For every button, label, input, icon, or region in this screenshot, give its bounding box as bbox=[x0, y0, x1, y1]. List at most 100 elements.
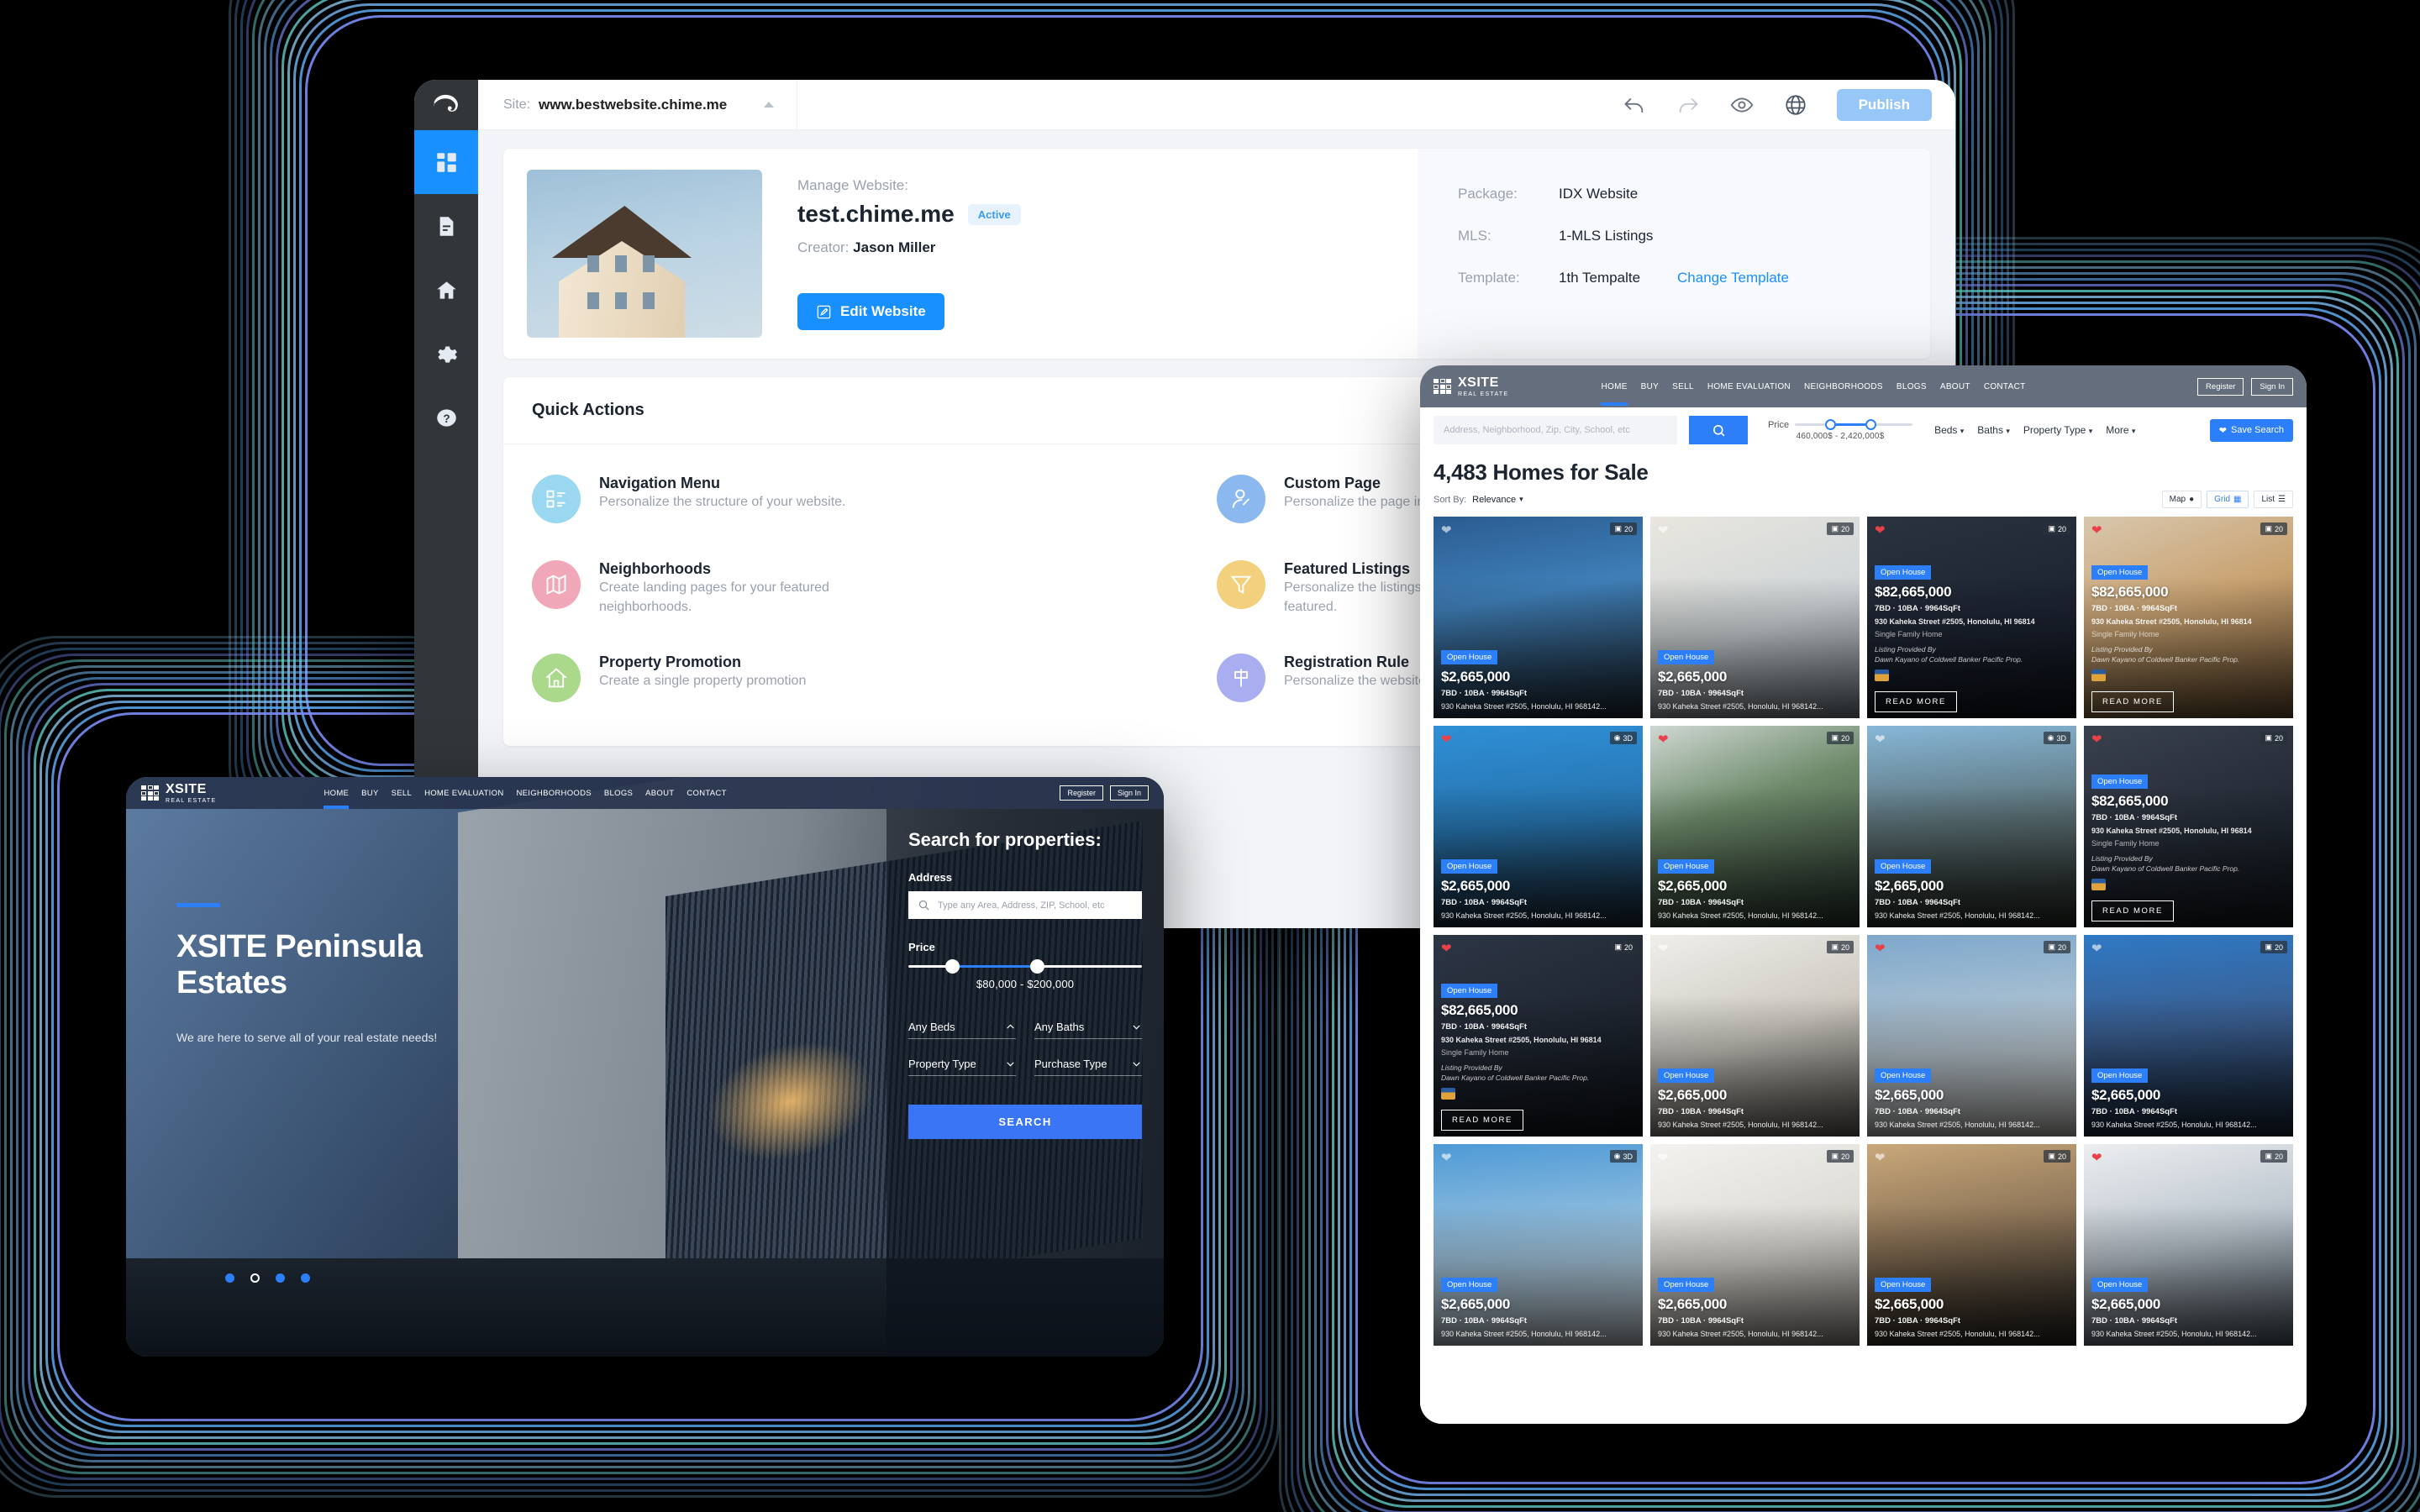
favorite-heart-icon[interactable]: ❤ bbox=[1658, 524, 1669, 537]
nav-link-home[interactable]: HOME bbox=[324, 789, 349, 809]
undo-icon[interactable] bbox=[1622, 92, 1647, 118]
sidebar-item-settings[interactable] bbox=[414, 322, 478, 386]
nav-link-buy[interactable]: BUY bbox=[361, 789, 378, 798]
sign-in-button[interactable]: Sign In bbox=[2251, 377, 2293, 396]
filter-property-type[interactable]: Property Type ▾ bbox=[2023, 424, 2092, 436]
save-search-button[interactable]: ❤ Save Search bbox=[2209, 418, 2293, 442]
carousel-dot[interactable] bbox=[276, 1273, 285, 1283]
favorite-heart-icon[interactable]: ❤ bbox=[1441, 733, 1452, 746]
view-map-button[interactable]: Map ● bbox=[2161, 491, 2202, 508]
listing-card[interactable]: ❤ ▣ 20 Open House $82,665,000 7BD · 10BA · 99… bbox=[2084, 517, 2293, 718]
nav-link-blogs[interactable]: BLOGS bbox=[604, 789, 633, 798]
nav-link-buy[interactable]: BUY bbox=[1641, 382, 1659, 391]
read-more-button[interactable]: READ MORE bbox=[2091, 691, 2174, 713]
nav-link-neighborhoods[interactable]: NEIGHBORHOODS bbox=[516, 789, 591, 798]
publish-button[interactable]: Publish bbox=[1836, 88, 1932, 121]
nav-link-contact[interactable]: CONTACT bbox=[1984, 382, 2026, 391]
favorite-heart-icon[interactable]: ❤ bbox=[1441, 524, 1452, 537]
listing-card[interactable]: ❤ ◉ 3D Open House $2,665,000 7BD · 10BA · 996… bbox=[1434, 1144, 1643, 1346]
listing-card[interactable]: ❤ ▣ 20 Open House $2,665,000 7BD · 10BA · 996… bbox=[2084, 1144, 2293, 1346]
register-button[interactable]: Register bbox=[2197, 377, 2244, 396]
eye-icon[interactable] bbox=[1729, 92, 1754, 118]
listing-card[interactable]: ❤ ▣ 20 Open House $2,665,000 7BD · 10BA · 996… bbox=[1867, 935, 2076, 1137]
price-slider[interactable] bbox=[1795, 419, 1913, 430]
listings-search-input[interactable]: Address, Neighborhood, Zip, City, School… bbox=[1434, 416, 1677, 444]
filter-more[interactable]: More ▾ bbox=[2106, 424, 2135, 436]
listing-card[interactable]: ❤ ◉ 3D Open House $2,665,000 7BD · 10BA · 996… bbox=[1867, 726, 2076, 927]
redo-icon[interactable] bbox=[1676, 92, 1701, 118]
site-selector[interactable]: Site: www.bestwebsite.chime.me bbox=[478, 80, 797, 130]
listing-card[interactable]: ❤ ▣ 20 Open House $2,665,000 7BD · 10BA · 996… bbox=[1650, 726, 1860, 927]
nav-link-neighborhoods[interactable]: NEIGHBORHOODS bbox=[1804, 382, 1883, 391]
view-grid-button[interactable]: Grid ▦ bbox=[2207, 491, 2249, 508]
read-more-button[interactable]: READ MORE bbox=[1441, 1110, 1523, 1131]
listing-card[interactable]: ❤ ▣ 20 Open House $2,665,000 7BD · 10BA · 996… bbox=[1650, 1144, 1860, 1346]
carousel-dot[interactable] bbox=[250, 1273, 260, 1283]
sidebar-item-pages[interactable] bbox=[414, 194, 478, 258]
favorite-heart-icon[interactable]: ❤ bbox=[1658, 733, 1669, 746]
favorite-heart-icon[interactable]: ❤ bbox=[2091, 942, 2102, 955]
select-any-baths[interactable]: Any Baths bbox=[1034, 1016, 1142, 1040]
sort-value[interactable]: Relevance bbox=[1472, 495, 1516, 505]
filter-beds[interactable]: Beds ▾ bbox=[1934, 424, 1964, 436]
favorite-heart-icon[interactable]: ❤ bbox=[1658, 1152, 1669, 1164]
listing-card[interactable]: ❤ ◉ 3D Open House $2,665,000 7BD · 10BA · 996… bbox=[1434, 726, 1643, 927]
favorite-heart-icon[interactable]: ❤ bbox=[1875, 524, 1886, 537]
nav-link-home[interactable]: HOME bbox=[1601, 382, 1628, 406]
sign-in-button[interactable]: Sign In bbox=[1109, 785, 1149, 801]
price-range-slider[interactable] bbox=[908, 959, 1142, 974]
view-list-button[interactable]: List ☰ bbox=[2254, 491, 2293, 508]
listing-card[interactable]: ❤ ▣ 20 Open House $2,665,000 7BD · 10BA · 996… bbox=[1434, 517, 1643, 718]
favorite-heart-icon[interactable]: ❤ bbox=[1875, 942, 1886, 955]
sidebar-item-home[interactable] bbox=[414, 258, 478, 322]
nav-link-home-evaluation[interactable]: HOME EVALUATION bbox=[1707, 382, 1791, 391]
nav-link-sell[interactable]: SELL bbox=[1672, 382, 1694, 391]
quick-action-neighborhoods[interactable]: Neighborhoods Create landing pages for yo… bbox=[532, 542, 1217, 635]
price-filter[interactable]: Price 460,000$ - 2,420,000$ bbox=[1768, 419, 1913, 441]
favorite-heart-icon[interactable]: ❤ bbox=[1441, 1152, 1452, 1164]
search-submit-button[interactable]: SEARCH bbox=[908, 1105, 1142, 1140]
listing-card[interactable]: ❤ ▣ 20 Open House $2,665,000 7BD · 10BA · 996… bbox=[1650, 517, 1860, 718]
search-button[interactable] bbox=[1689, 416, 1748, 444]
quick-action-property-promotion[interactable]: Property Promotion Create a single proper… bbox=[532, 635, 1217, 721]
carousel-dot[interactable] bbox=[301, 1273, 310, 1283]
listing-card[interactable]: ❤ ▣ 20 Open House $82,665,000 7BD · 10BA · 99… bbox=[1434, 935, 1643, 1137]
favorite-heart-icon[interactable]: ❤ bbox=[2091, 524, 2102, 537]
xsite-logo[interactable]: XSITE REAL ESTATE bbox=[1434, 375, 1508, 397]
carousel-dot[interactable] bbox=[225, 1273, 234, 1283]
select-property-type[interactable]: Property Type bbox=[908, 1053, 1016, 1077]
address-input[interactable]: Type any Area, Address, ZIP, School, etc bbox=[908, 891, 1142, 920]
select-any-beds[interactable]: Any Beds bbox=[908, 1016, 1016, 1040]
sidebar-item-dashboard[interactable] bbox=[414, 130, 478, 194]
listing-card[interactable]: ❤ ▣ 20 Open House $2,665,000 7BD · 10BA · 996… bbox=[2084, 935, 2293, 1137]
quick-action-navigation-menu[interactable]: Navigation Menu Personalize the structure… bbox=[532, 456, 1217, 542]
favorite-heart-icon[interactable]: ❤ bbox=[1875, 1152, 1886, 1164]
nav-link-home-evaluation[interactable]: HOME EVALUATION bbox=[424, 789, 503, 798]
sidebar-item-help[interactable]: ? bbox=[414, 386, 478, 449]
globe-icon[interactable] bbox=[1783, 92, 1808, 118]
favorite-heart-icon[interactable]: ❤ bbox=[2091, 733, 2102, 746]
nav-link-about[interactable]: ABOUT bbox=[645, 789, 674, 798]
listing-card[interactable]: ❤ ▣ 20 Open House $2,665,000 7BD · 10BA · 996… bbox=[1867, 1144, 2076, 1346]
xsite-logo[interactable]: XSITE REAL ESTATE bbox=[141, 782, 216, 804]
change-template-link[interactable]: Change Template bbox=[1677, 270, 1789, 286]
topbar-actions: Publish bbox=[1622, 88, 1955, 121]
favorite-heart-icon[interactable]: ❤ bbox=[1441, 942, 1452, 955]
listing-card[interactable]: ❤ ▣ 20 Open House $82,665,000 7BD · 10BA · 99… bbox=[2084, 726, 2293, 927]
listing-specs: 7BD · 10BA · 9964SqFt bbox=[1875, 604, 1961, 613]
listing-card[interactable]: ❤ ▣ 20 Open House $2,665,000 7BD · 10BA · 996… bbox=[1650, 935, 1860, 1137]
read-more-button[interactable]: READ MORE bbox=[1875, 691, 1957, 713]
nav-link-contact[interactable]: CONTACT bbox=[687, 789, 726, 798]
edit-website-button[interactable]: Edit Website bbox=[797, 293, 944, 330]
register-button[interactable]: Register bbox=[1060, 785, 1103, 801]
listing-card[interactable]: ❤ ▣ 20 Open House $82,665,000 7BD · 10BA · 99… bbox=[1867, 517, 2076, 718]
nav-link-about[interactable]: ABOUT bbox=[1940, 382, 1970, 391]
favorite-heart-icon[interactable]: ❤ bbox=[2091, 1152, 2102, 1164]
filter-baths[interactable]: Baths ▾ bbox=[1977, 424, 2010, 436]
favorite-heart-icon[interactable]: ❤ bbox=[1875, 733, 1886, 746]
nav-link-sell[interactable]: SELL bbox=[392, 789, 412, 798]
nav-link-blogs[interactable]: BLOGS bbox=[1897, 382, 1927, 391]
favorite-heart-icon[interactable]: ❤ bbox=[1658, 942, 1669, 955]
select-purchase-type[interactable]: Purchase Type bbox=[1034, 1053, 1142, 1077]
read-more-button[interactable]: READ MORE bbox=[2091, 900, 2174, 922]
